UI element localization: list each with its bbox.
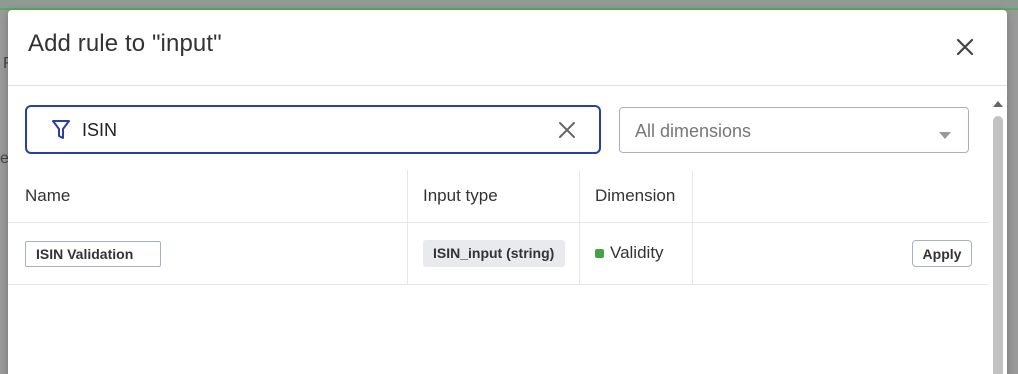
dimension-filter-value: All dimensions (635, 121, 752, 141)
column-header-dimension[interactable]: Dimension (595, 186, 675, 206)
validity-status-dot (595, 249, 604, 258)
apply-button[interactable]: Apply (912, 240, 972, 267)
rule-search-box[interactable] (25, 105, 601, 154)
dialog-header: Add rule to "input" (8, 10, 1007, 86)
close-icon[interactable] (952, 34, 978, 60)
dialog-title: Add rule to "input" (28, 30, 222, 57)
rule-name-chip: ISIN Validation (25, 241, 161, 267)
dimension-label: Validity (610, 243, 664, 262)
scrollbar-thumb[interactable] (993, 116, 1003, 374)
column-header-input-type[interactable]: Input type (423, 186, 498, 206)
table-row[interactable]: ISIN Validation ISIN_input (string) Vali… (8, 223, 989, 285)
clear-icon[interactable] (557, 120, 577, 140)
input-type-chip: ISIN_input (string) (423, 240, 565, 267)
rules-table-header: Name Input type Dimension (8, 170, 989, 223)
scroll-up-arrow-icon[interactable] (992, 97, 1004, 109)
column-header-name[interactable]: Name (25, 186, 70, 206)
add-rule-dialog: Add rule to "input" All dimensions (8, 10, 1007, 374)
search-input[interactable] (82, 118, 522, 142)
filter-icon (51, 119, 71, 141)
caret-down-icon (938, 127, 952, 139)
dimension-filter-select[interactable]: All dimensions (619, 107, 969, 153)
